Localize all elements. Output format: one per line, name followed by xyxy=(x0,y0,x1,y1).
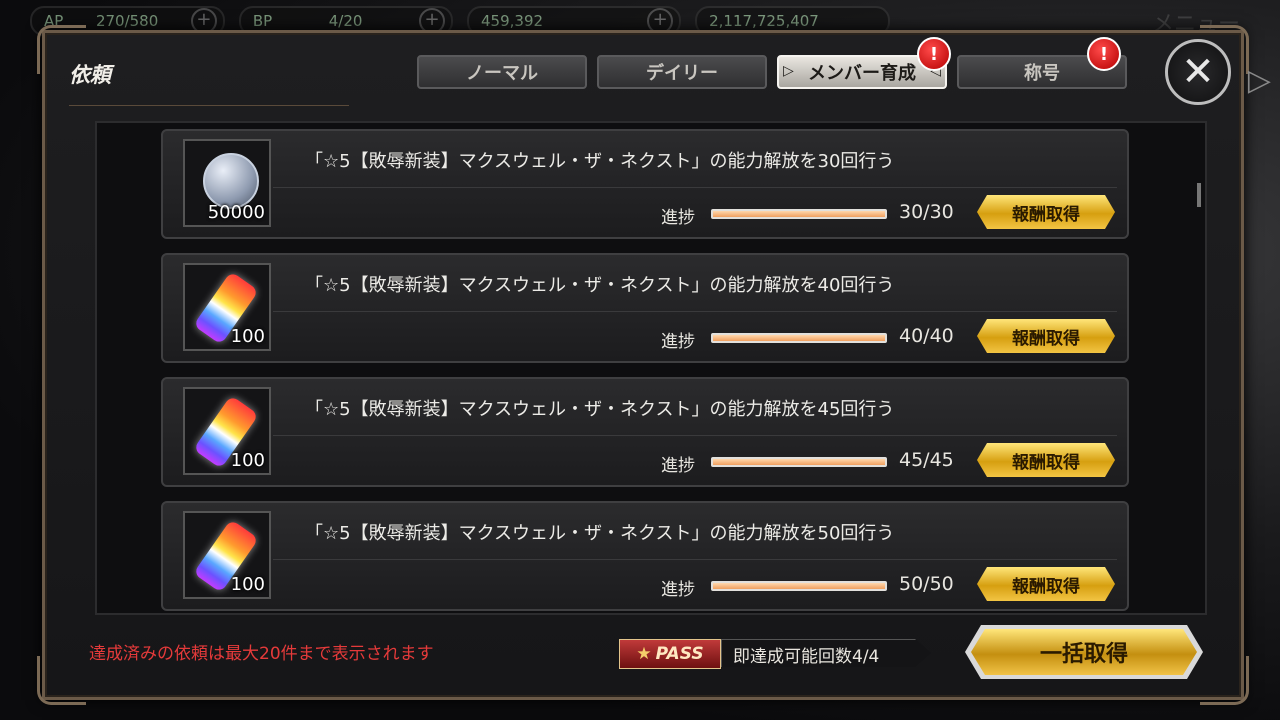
tab-normal[interactable]: ノーマル xyxy=(417,55,587,89)
ap-value: 270/580 xyxy=(95,12,159,30)
progress-label: 進捗 xyxy=(661,332,695,352)
tab-daily[interactable]: デイリー xyxy=(597,55,767,89)
quest-title: 「☆5【敗辱新装】マクスウェル・ザ・ネクスト」の能力解放を30回行う xyxy=(305,151,895,172)
quest-title: 「☆5【敗辱新装】マクスウェル・ザ・ネクスト」の能力解放を45回行う xyxy=(305,399,895,420)
close-button[interactable]: ✕ xyxy=(1165,39,1231,105)
progress-count: 45/45 xyxy=(899,449,954,471)
progress-bar xyxy=(711,333,887,343)
reward-quantity: 50000 xyxy=(207,202,265,223)
reward-slot: 50000 xyxy=(183,139,271,227)
progress-label: 進捗 xyxy=(661,456,695,476)
tab-label: 称号 xyxy=(1024,63,1060,84)
reward-quantity: 100 xyxy=(230,326,265,347)
claim-reward-button[interactable]: 報酬取得 xyxy=(977,195,1115,229)
tab-label: メンバー育成 xyxy=(808,63,916,84)
frame-corner xyxy=(37,656,86,705)
bp-value: 4/20 xyxy=(328,12,363,30)
gold-value: 459,392 xyxy=(481,12,544,30)
pass-label: PASS xyxy=(655,644,704,664)
tab-title[interactable]: 称号 ! xyxy=(957,37,1127,89)
display-limit-notice: 達成済みの依頼は最大20件まで表示されます xyxy=(89,644,434,664)
crown-star-icon: ★ xyxy=(636,644,652,664)
alert-icon: ! xyxy=(1087,37,1121,71)
progress-bar xyxy=(711,581,887,591)
progress-fill xyxy=(713,211,885,217)
progress-bar xyxy=(711,457,887,467)
progress-fill xyxy=(713,459,885,465)
tab-label: ノーマル xyxy=(466,63,538,84)
progress-count: 50/50 xyxy=(899,573,954,595)
close-icon: ✕ xyxy=(1181,49,1215,95)
reward-quantity: 100 xyxy=(230,450,265,471)
progress-count: 30/30 xyxy=(899,201,954,223)
quest-row: 100 「☆5【敗辱新装】マクスウェル・ザ・ネクスト」の能力解放を50回行う 進… xyxy=(161,501,1129,611)
quest-row: 100 「☆5【敗辱新装】マクスウェル・ザ・ネクスト」の能力解放を40回行う 進… xyxy=(161,253,1129,363)
modal-title: 依頼 xyxy=(69,63,111,87)
bp-label: BP xyxy=(252,12,273,30)
tab-label: デイリー xyxy=(646,63,718,84)
instant-complete-count: 即達成可能回数4/4 xyxy=(733,647,880,667)
reward-slot: 100 xyxy=(183,511,271,599)
frame-corner xyxy=(1200,656,1249,705)
bulk-claim-button[interactable]: 一括取得 xyxy=(971,629,1197,675)
quest-row: 50000 「☆5【敗辱新装】マクスウェル・ザ・ネクスト」の能力解放を30回行う… xyxy=(161,129,1129,239)
claim-reward-button[interactable]: 報酬取得 xyxy=(977,567,1115,601)
alert-icon: ! xyxy=(917,37,951,71)
silver-coin-icon xyxy=(203,153,259,209)
claim-reward-button[interactable]: 報酬取得 xyxy=(977,443,1115,477)
progress-label: 進捗 xyxy=(661,580,695,600)
request-modal: 依頼 ノーマル デイリー ▷ メンバー育成 ◁ ! 称号 ! ✕ ▷ ♞ ↻ xyxy=(37,25,1271,705)
progress-label: 進捗 xyxy=(661,208,695,228)
progress-fill xyxy=(713,583,885,589)
pass-badge: ★ PASS xyxy=(619,639,721,669)
scrollbar[interactable] xyxy=(1197,183,1201,207)
quest-list[interactable]: 50000 「☆5【敗辱新装】マクスウェル・ザ・ネクスト」の能力解放を30回行う… xyxy=(95,121,1207,615)
reward-slot: 100 xyxy=(183,263,271,351)
tab-bar: ノーマル デイリー ▷ メンバー育成 ◁ ! 称号 ! xyxy=(417,37,1127,89)
claim-reward-button[interactable]: 報酬取得 xyxy=(977,319,1115,353)
progress-fill xyxy=(713,335,885,341)
title-divider xyxy=(69,95,349,106)
reward-slot: 100 xyxy=(183,387,271,475)
quest-row: 100 「☆5【敗辱新装】マクスウェル・ザ・ネクスト」の能力解放を45回行う 進… xyxy=(161,377,1129,487)
gems-value: 2,117,725,407 xyxy=(709,12,819,30)
chevron-right-icon[interactable]: ▷ xyxy=(1248,63,1271,98)
reward-quantity: 100 xyxy=(230,574,265,595)
progress-count: 40/40 xyxy=(899,325,954,347)
quest-title: 「☆5【敗辱新装】マクスウェル・ザ・ネクスト」の能力解放を50回行う xyxy=(305,523,895,544)
progress-bar xyxy=(711,209,887,219)
tab-arrow-left-icon: ▷ xyxy=(783,63,794,79)
quest-title: 「☆5【敗辱新装】マクスウェル・ザ・ネクスト」の能力解放を40回行う xyxy=(305,275,895,296)
tab-member-training[interactable]: ▷ メンバー育成 ◁ ! xyxy=(777,37,951,89)
